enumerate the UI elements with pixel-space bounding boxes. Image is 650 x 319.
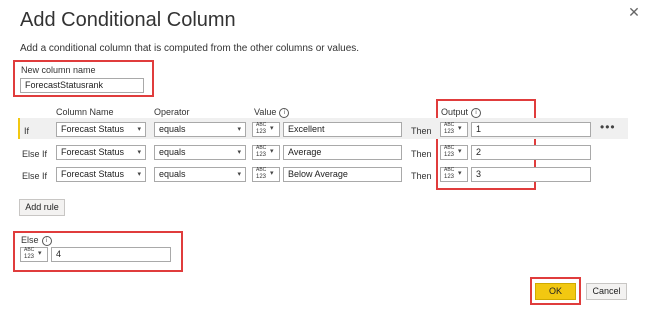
then-label: Then [411, 126, 432, 136]
type-abc-label: ABC [444, 167, 455, 173]
header-value: Value i [254, 107, 290, 118]
type-123-label: 123 [256, 152, 267, 158]
chevron-down-icon: ▾ [237, 171, 241, 178]
dialog-title: Add Conditional Column [20, 9, 236, 31]
add-rule-button[interactable]: Add rule [19, 199, 65, 216]
rule-label: Else If [22, 149, 48, 159]
output-input[interactable]: 2 [471, 145, 591, 160]
else-value-input[interactable]: 4 [51, 247, 171, 262]
column-name-select[interactable]: Forecast Status ▾ [56, 145, 146, 160]
output-input[interactable]: 3 [471, 167, 591, 182]
type-abc-label: ABC [444, 122, 455, 128]
output-type-button[interactable]: ABC 123 ▾ [440, 122, 468, 137]
chevron-down-icon: ▾ [458, 148, 462, 155]
new-column-name-input[interactable]: ForecastStatusrank [20, 78, 144, 93]
chevron-down-icon: ▾ [270, 148, 274, 155]
chevron-down-icon: ▾ [270, 125, 274, 132]
column-name-select[interactable]: Forecast Status ▾ [56, 122, 146, 137]
dialog-subtitle: Add a conditional column that is compute… [20, 43, 360, 54]
operator-select[interactable]: equals ▾ [154, 167, 246, 182]
type-abc-label: ABC [256, 145, 267, 151]
header-value-label: Value [254, 107, 277, 117]
operator-select[interactable]: equals ▾ [154, 145, 246, 160]
else-label: Else [21, 235, 39, 245]
column-name-select[interactable]: Forecast Status ▾ [56, 167, 146, 182]
chevron-down-icon: ▾ [458, 125, 462, 132]
operator-select[interactable]: equals ▾ [154, 122, 246, 137]
operator-value: equals [159, 147, 186, 157]
output-type-button[interactable]: ABC 123 ▾ [440, 167, 468, 182]
else-label-wrap: Else i [21, 235, 52, 246]
value-type-button[interactable]: ABC 123 ▾ [252, 167, 280, 182]
chevron-down-icon: ▾ [270, 170, 274, 177]
value-input[interactable]: Excellent [283, 122, 402, 137]
operator-value: equals [159, 124, 186, 134]
chevron-down-icon: ▾ [237, 126, 241, 133]
close-icon[interactable]: ✕ [626, 4, 642, 20]
info-icon: i [279, 107, 290, 118]
type-123-label: 123 [444, 174, 455, 180]
type-abc-label: ABC [256, 167, 267, 173]
type-abc-label: ABC [256, 122, 267, 128]
operator-value: equals [159, 169, 186, 179]
header-column-name: Column Name [56, 107, 114, 117]
info-icon: i [41, 235, 52, 246]
type-123-label: 123 [256, 129, 267, 135]
new-column-label: New column name [21, 65, 96, 75]
column-name-value: Forecast Status [61, 147, 125, 157]
ok-button[interactable]: OK [535, 283, 576, 300]
type-123-label: 123 [256, 174, 267, 180]
chevron-down-icon: ▾ [237, 149, 241, 156]
chevron-down-icon: ▾ [458, 170, 462, 177]
column-name-value: Forecast Status [61, 169, 125, 179]
type-123-label: 123 [24, 254, 35, 260]
type-123-label: 123 [444, 152, 455, 158]
column-name-value: Forecast Status [61, 124, 125, 134]
value-input[interactable]: Average [283, 145, 402, 160]
rule-label: Else If [22, 171, 48, 181]
header-operator: Operator [154, 107, 190, 117]
then-label: Then [411, 149, 432, 159]
output-input[interactable]: 1 [471, 122, 591, 137]
active-row-marker [18, 118, 20, 139]
chevron-down-icon: ▾ [38, 250, 42, 257]
chevron-down-icon: ▾ [137, 126, 141, 133]
then-label: Then [411, 171, 432, 181]
value-input[interactable]: Below Average [283, 167, 402, 182]
value-type-button[interactable]: ABC 123 ▾ [252, 122, 280, 137]
chevron-down-icon: ▾ [137, 149, 141, 156]
more-options-icon[interactable]: ••• [600, 120, 616, 134]
rule-label: If [24, 126, 30, 136]
value-type-button[interactable]: ABC 123 ▾ [252, 145, 280, 160]
else-type-button[interactable]: ABC 123 ▾ [20, 247, 48, 262]
type-abc-label: ABC [24, 247, 35, 253]
type-123-label: 123 [444, 129, 455, 135]
chevron-down-icon: ▾ [137, 171, 141, 178]
output-type-button[interactable]: ABC 123 ▾ [440, 145, 468, 160]
cancel-button[interactable]: Cancel [586, 283, 627, 300]
type-abc-label: ABC [444, 145, 455, 151]
